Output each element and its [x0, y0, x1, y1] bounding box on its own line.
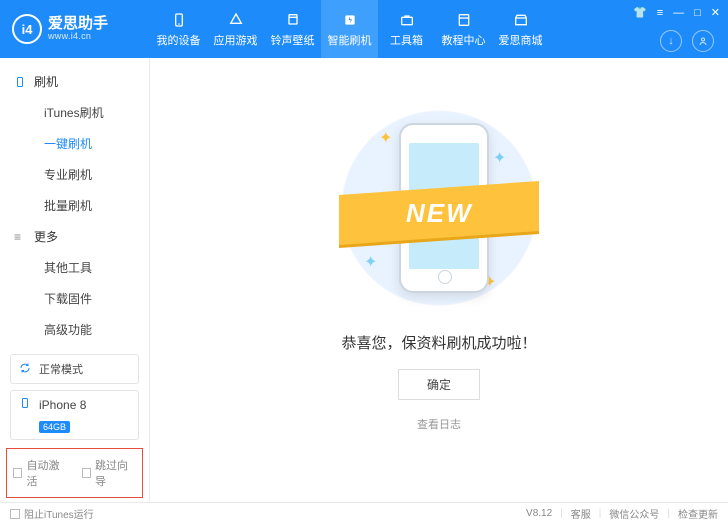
main-content: ✦✦✦✦ NEW 恭喜您，保资料刷机成功啦！ 确定 查看日志: [150, 58, 728, 502]
close-icon[interactable]: ✕: [711, 6, 720, 19]
nav-store[interactable]: 爱思商城: [492, 0, 549, 58]
storage-badge: 64GB: [39, 421, 70, 433]
nav-label: 工具箱: [390, 32, 423, 48]
success-illustration: ✦✦✦✦ NEW: [329, 98, 549, 318]
window-controls: 👕 ≡ — □ ✕: [633, 6, 720, 19]
sidebar-group-flash[interactable]: 刷机: [14, 66, 149, 97]
nav-label: 应用游戏: [214, 32, 258, 48]
book-icon: [455, 11, 473, 29]
support-link[interactable]: 客服: [571, 506, 591, 521]
sidebar: 刷机 iTunes刷机 一键刷机 专业刷机 批量刷机 ≡ 更多 其他工具 下载固…: [0, 58, 150, 502]
mode-chip-label: 正常模式: [39, 361, 83, 377]
music-icon: [284, 11, 302, 29]
wechat-link[interactable]: 微信公众号: [609, 506, 659, 521]
app-url: www.i4.cn: [48, 32, 108, 42]
sidebar-item-batch-flash[interactable]: 批量刷机: [14, 190, 149, 221]
nav-ringtones[interactable]: 铃声壁纸: [264, 0, 321, 58]
phone-icon: [170, 11, 188, 29]
refresh-icon: [19, 362, 33, 377]
version-label: V8.12: [526, 508, 552, 519]
phone-icon: [14, 76, 28, 88]
sidebar-item-oneclick-flash[interactable]: 一键刷机: [14, 128, 149, 159]
success-message: 恭喜您，保资料刷机成功啦！: [341, 332, 536, 353]
nav-label: 我的设备: [157, 32, 201, 48]
mode-chip[interactable]: 正常模式: [10, 354, 139, 384]
nav-label: 铃声壁纸: [271, 32, 315, 48]
checkbox-label: 跳过向导: [95, 457, 136, 489]
title-bar: i4 爱思助手 www.i4.cn 我的设备 应用游戏 铃声壁纸 智能刷机 工具…: [0, 0, 728, 58]
nav-toolbox[interactable]: 工具箱: [378, 0, 435, 58]
account-button[interactable]: [692, 30, 714, 52]
checkbox-label: 自动激活: [26, 457, 67, 489]
menu-icon: ≡: [14, 230, 28, 244]
sidebar-group-label: 刷机: [34, 73, 58, 90]
nav-my-device[interactable]: 我的设备: [150, 0, 207, 58]
download-button[interactable]: ↓: [660, 30, 682, 52]
sidebar-item-itunes-flash[interactable]: iTunes刷机: [14, 97, 149, 128]
phone-icon: [19, 397, 33, 412]
store-icon: [512, 11, 530, 29]
nav-apps[interactable]: 应用游戏: [207, 0, 264, 58]
top-nav: 我的设备 应用游戏 铃声壁纸 智能刷机 工具箱 教程中心 爱思商城: [150, 0, 549, 58]
ok-button[interactable]: 确定: [398, 369, 480, 400]
app-icon: [227, 11, 245, 29]
sidebar-group-label: 更多: [34, 228, 58, 245]
minimize-icon[interactable]: —: [673, 7, 684, 19]
tshirt-icon[interactable]: 👕: [633, 6, 647, 19]
nav-label: 教程中心: [442, 32, 486, 48]
block-itunes-checkbox[interactable]: 阻止iTunes运行: [10, 506, 94, 521]
auto-activate-checkbox[interactable]: 自动激活: [13, 457, 68, 489]
checkbox-label: 阻止iTunes运行: [24, 506, 94, 521]
nav-tutorials[interactable]: 教程中心: [435, 0, 492, 58]
status-bar: 阻止iTunes运行 V8.12| 客服| 微信公众号| 检查更新: [0, 502, 728, 524]
app-name: 爱思助手: [48, 16, 108, 33]
sidebar-item-other-tools[interactable]: 其他工具: [14, 252, 149, 283]
nav-label: 智能刷机: [328, 32, 372, 48]
sidebar-item-advanced[interactable]: 高级功能: [14, 314, 149, 345]
sidebar-group-more[interactable]: ≡ 更多: [14, 221, 149, 252]
nav-flash[interactable]: 智能刷机: [321, 0, 378, 58]
device-name: iPhone 8: [39, 398, 86, 412]
app-logo: i4 爱思助手 www.i4.cn: [0, 14, 150, 44]
skip-wizard-checkbox[interactable]: 跳过向导: [82, 457, 137, 489]
nav-label: 爱思商城: [499, 32, 543, 48]
view-log-link[interactable]: 查看日志: [417, 416, 461, 432]
toolbox-icon: [398, 11, 416, 29]
maximize-icon[interactable]: □: [694, 7, 701, 19]
sidebar-item-download-firmware[interactable]: 下载固件: [14, 283, 149, 314]
flash-icon: [341, 11, 359, 29]
device-chip[interactable]: iPhone 8 64GB: [10, 390, 139, 440]
sidebar-item-pro-flash[interactable]: 专业刷机: [14, 159, 149, 190]
menu-icon[interactable]: ≡: [657, 7, 663, 19]
check-update-link[interactable]: 检查更新: [678, 506, 718, 521]
highlighted-options: 自动激活 跳过向导: [6, 448, 143, 498]
logo-icon: i4: [12, 14, 42, 44]
